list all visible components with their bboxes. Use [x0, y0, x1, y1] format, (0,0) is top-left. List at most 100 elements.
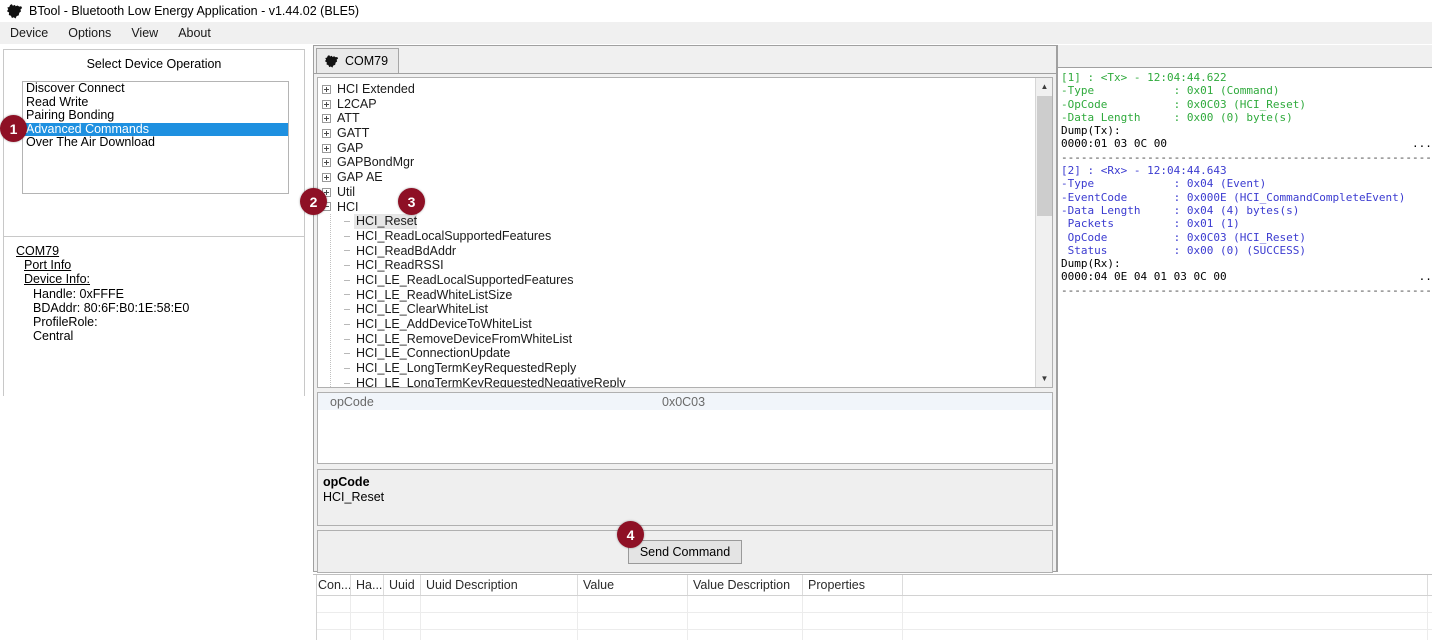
expand-icon[interactable]	[322, 144, 331, 153]
device-info-row[interactable]: COM79	[6, 244, 304, 258]
panel-title: Select Device Operation	[4, 50, 304, 71]
annotation-badge-3: 3	[398, 188, 425, 215]
table-cell	[688, 613, 803, 629]
log-line: ----------------------------------------…	[1061, 284, 1432, 297]
table-cell	[803, 596, 903, 612]
device-operation-list[interactable]: Discover ConnectRead WritePairing Bondin…	[22, 81, 289, 194]
expand-icon[interactable]	[322, 129, 331, 138]
table-cell	[384, 630, 421, 640]
title-bar: BTool - Bluetooth Low Energy Application…	[0, 0, 1432, 22]
table-row[interactable]	[313, 630, 1432, 640]
command-label: HCI_LE_LongTermKeyRequestedNegativeReply	[354, 376, 626, 387]
menu-about[interactable]: About	[168, 23, 221, 43]
command-group-node[interactable]: HCI Extended	[322, 82, 1035, 97]
device-info-row[interactable]: Port Info	[6, 258, 304, 272]
table-cell	[903, 613, 1428, 629]
log-line: Packets : 0x01 (1)	[1061, 217, 1432, 230]
table-row[interactable]	[313, 613, 1432, 630]
device-operation-item[interactable]: Over The Air Download	[23, 136, 288, 150]
log-line: 0000:04 0E 04 01 03 0C 00 ...	[1061, 270, 1432, 283]
table-column-header[interactable]: Uuid Description	[421, 575, 578, 595]
expand-icon[interactable]	[322, 85, 331, 94]
command-label: HCI_LE_ReadLocalSupportedFeatures	[354, 273, 574, 288]
expand-icon[interactable]	[322, 158, 331, 167]
scroll-up-icon[interactable]: ▲	[1036, 78, 1053, 95]
command-node[interactable]: HCI_ReadBdAddr	[322, 244, 1035, 259]
scroll-down-icon[interactable]: ▼	[1036, 370, 1053, 387]
command-node[interactable]: HCI_LE_ClearWhiteList	[322, 302, 1035, 317]
device-operation-item[interactable]: Discover Connect	[23, 82, 288, 96]
command-group-node[interactable]: Util	[322, 185, 1035, 200]
command-group-node[interactable]: GATT	[322, 126, 1035, 141]
send-command-area: Send Command	[317, 530, 1053, 573]
table-cell	[578, 596, 688, 612]
device-info-tree[interactable]: COM79Port InfoDevice Info:Handle: 0xFFFE…	[4, 237, 304, 343]
table-cell	[313, 613, 351, 629]
table-body[interactable]	[313, 596, 1432, 640]
tab-com79[interactable]: COM79	[316, 48, 399, 73]
command-node[interactable]: HCI_LE_LongTermKeyRequestedNegativeReply	[322, 376, 1035, 387]
menu-device[interactable]: Device	[0, 23, 58, 43]
table-cell	[803, 613, 903, 629]
table-column-header[interactable]: Ha...	[351, 575, 384, 595]
send-command-button[interactable]: Send Command	[628, 540, 742, 564]
device-operation-item[interactable]: Read Write	[23, 96, 288, 110]
table-column-header[interactable]: Con...	[313, 575, 351, 595]
command-node[interactable]: HCI_LE_ReadWhiteListSize	[322, 288, 1035, 303]
device-info-row[interactable]: Device Info:	[6, 272, 304, 286]
table-column-header[interactable]: Value	[578, 575, 688, 595]
command-group-label: GATT	[335, 126, 369, 141]
command-tree-scrollbar[interactable]: ▲ ▼	[1035, 78, 1052, 387]
log-output[interactable]: [1] : <Tx> - 12:04:44.622-Type : 0x01 (C…	[1058, 68, 1432, 297]
parameter-value[interactable]: 0x0C03	[662, 395, 1052, 409]
command-group-node[interactable]: ATT	[322, 111, 1035, 126]
device-operation-item[interactable]: Advanced Commands	[23, 123, 288, 137]
parameter-row[interactable]: opCode0x0C03	[318, 393, 1052, 410]
log-line: Dump(Tx):	[1061, 124, 1432, 137]
expand-icon[interactable]	[322, 100, 331, 109]
command-group-node[interactable]: HCI	[322, 200, 1035, 215]
expand-icon[interactable]	[322, 114, 331, 123]
menu-options[interactable]: Options	[58, 23, 121, 43]
menu-bar: Device Options View About	[0, 22, 1432, 45]
command-tree[interactable]: HCI ExtendedL2CAPATTGATTGAPGAPBondMgrGAP…	[318, 78, 1035, 387]
command-node[interactable]: HCI_Reset	[322, 214, 1035, 229]
command-group-node[interactable]: L2CAP	[322, 97, 1035, 112]
command-node[interactable]: HCI_LE_ReadLocalSupportedFeatures	[322, 273, 1035, 288]
table-row[interactable]	[313, 596, 1432, 613]
device-info-label: Central	[33, 329, 73, 343]
command-node[interactable]: HCI_ReadRSSI	[322, 258, 1035, 273]
command-node[interactable]: HCI_LE_AddDeviceToWhiteList	[322, 317, 1035, 332]
command-node[interactable]: HCI_LE_ConnectionUpdate	[322, 346, 1035, 361]
device-info-row[interactable]: Central	[6, 329, 304, 343]
table-column-header[interactable]: Properties	[803, 575, 903, 595]
command-group-node[interactable]: GAP	[322, 141, 1035, 156]
expand-icon[interactable]	[322, 173, 331, 182]
table-cell	[903, 596, 1428, 612]
log-line: [2] : <Rx> - 12:04:44.643	[1061, 164, 1432, 177]
tree-connector-line	[330, 214, 331, 388]
command-group-label: GAP	[335, 141, 363, 156]
table-cell	[578, 630, 688, 640]
menu-view[interactable]: View	[121, 23, 168, 43]
device-info-label: COM79	[16, 244, 59, 258]
table-column-header[interactable]: Value Description	[688, 575, 803, 595]
device-info-row[interactable]: BDAddr: 80:6F:B0:1E:58:E0	[6, 301, 304, 315]
attribute-table: Con...Ha...UuidUuid DescriptionValueValu…	[313, 574, 1432, 640]
command-node[interactable]: HCI_LE_RemoveDeviceFromWhiteList	[322, 332, 1035, 347]
tab-strip: COM79	[314, 46, 1056, 74]
command-group-label: GAP AE	[335, 170, 383, 185]
device-operation-item[interactable]: Pairing Bonding	[23, 109, 288, 123]
device-info-label: Device Info:	[24, 272, 90, 286]
table-column-header[interactable]: Uuid	[384, 575, 421, 595]
command-node[interactable]: HCI_ReadLocalSupportedFeatures	[322, 229, 1035, 244]
device-info-row[interactable]: Handle: 0xFFFE	[6, 287, 304, 301]
parameter-grid[interactable]: opCode0x0C03	[317, 392, 1053, 464]
device-info-row[interactable]: ProfileRole:	[6, 315, 304, 329]
scrollbar-thumb[interactable]	[1037, 96, 1052, 216]
log-panel: [1] : <Tx> - 12:04:44.622-Type : 0x01 (C…	[1057, 45, 1432, 572]
command-node[interactable]: HCI_LE_LongTermKeyRequestedReply	[322, 361, 1035, 376]
table-column-header[interactable]	[903, 575, 1428, 595]
command-group-node[interactable]: GAP AE	[322, 170, 1035, 185]
command-group-node[interactable]: GAPBondMgr	[322, 155, 1035, 170]
